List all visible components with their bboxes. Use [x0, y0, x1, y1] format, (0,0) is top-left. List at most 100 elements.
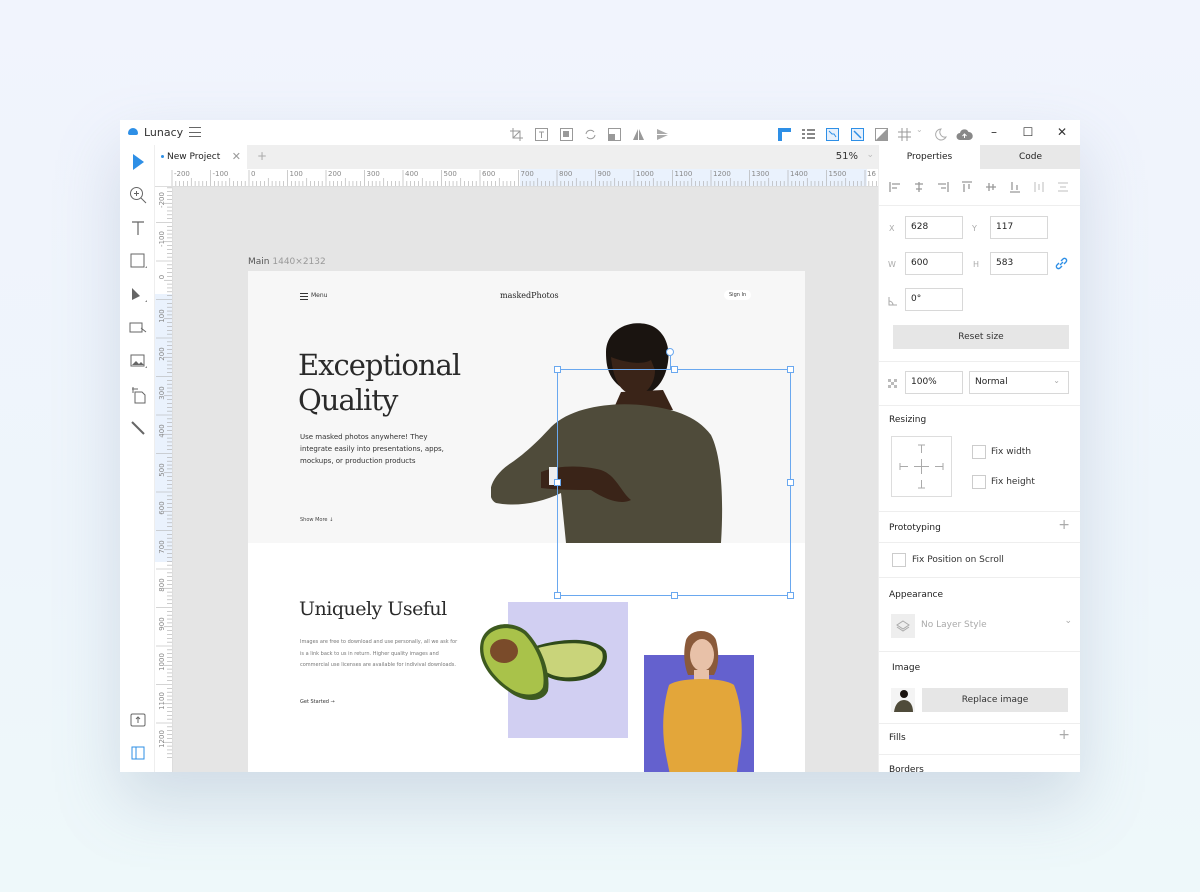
text-tool-icon[interactable]: [129, 219, 147, 237]
constrain-proportions-link-icon[interactable]: [1055, 257, 1068, 270]
width-input[interactable]: 600: [905, 252, 963, 275]
distribute-horizontal-icon[interactable]: [1033, 181, 1045, 193]
fix-position-label: Fix Position on Scroll: [912, 555, 1004, 565]
rotation-handle[interactable]: [666, 348, 674, 356]
blend-mode-select[interactable]: Normal ⌄: [969, 371, 1069, 394]
align-left-icon[interactable]: [889, 181, 901, 193]
pixel-preview-icon[interactable]: [875, 126, 888, 141]
select-tool-icon[interactable]: [129, 153, 147, 171]
align-right-icon[interactable]: [937, 181, 949, 193]
ruler-label: 1200: [713, 170, 731, 178]
ruler-label: 200: [158, 347, 166, 361]
document-tab-bar: New Project ✕ + 51% ⌄: [155, 145, 878, 169]
mask-icon[interactable]: [560, 126, 573, 141]
resize-handle-left[interactable]: [554, 479, 561, 486]
divider: [879, 651, 1080, 652]
rotate-icon[interactable]: [584, 126, 597, 140]
align-center-horizontal-icon[interactable]: [913, 181, 925, 193]
align-top-icon[interactable]: [961, 181, 973, 193]
tab-code[interactable]: Code: [980, 145, 1080, 169]
zoom-level[interactable]: 51%: [836, 151, 858, 162]
selection-bounding-box[interactable]: [557, 369, 791, 596]
new-tab-button[interactable]: +: [257, 149, 267, 163]
cloud-upload-icon[interactable]: [956, 126, 973, 140]
main-menu-icon[interactable]: [189, 127, 201, 137]
rotation-angle-icon: [888, 297, 897, 306]
fix-height-checkbox[interactable]: [972, 475, 986, 489]
resize-handle-bottom-right[interactable]: [787, 592, 794, 599]
grid-options-chevron-icon[interactable]: ⌄: [916, 125, 923, 134]
align-middle-vertical-icon[interactable]: [985, 181, 997, 193]
close-tab-icon[interactable]: ✕: [232, 150, 241, 163]
height-input[interactable]: 583: [990, 252, 1048, 275]
app-name: Lunacy: [144, 126, 184, 139]
reset-size-button[interactable]: Reset size: [893, 325, 1069, 349]
fix-width-checkbox[interactable]: [972, 445, 986, 459]
tab-properties[interactable]: Properties: [879, 145, 980, 169]
resize-handle-top-right[interactable]: [787, 366, 794, 373]
divider: [879, 405, 1080, 406]
crop-icon[interactable]: [510, 126, 523, 141]
flatten-icon[interactable]: [608, 126, 621, 141]
snap-to-pixel-icon[interactable]: [826, 126, 839, 141]
close-window-button[interactable]: ✕: [1052, 124, 1072, 140]
design-canvas[interactable]: Main 1440×2132 Menu maskedPhotos Sign In…: [173, 187, 878, 772]
text-box-icon[interactable]: [535, 126, 548, 141]
flip-horizontal-icon[interactable]: [632, 126, 645, 140]
line-tool-icon[interactable]: [129, 419, 147, 437]
distribute-vertical-icon[interactable]: [1057, 181, 1069, 193]
tab-new-project[interactable]: New Project ✕: [155, 145, 247, 169]
ruler-label: 600: [482, 170, 496, 178]
divider: [879, 542, 1080, 543]
ruler-label: -200: [158, 192, 166, 208]
maximize-button[interactable]: ☐: [1018, 124, 1038, 140]
ruler-ticks: [171, 170, 877, 186]
pixel-grid-icon[interactable]: [898, 126, 911, 141]
replace-image-button[interactable]: Replace image: [922, 688, 1068, 712]
ruler-label: 1200: [158, 730, 166, 748]
y-label: Y: [972, 224, 977, 233]
resize-handle-right[interactable]: [787, 479, 794, 486]
dark-mode-moon-icon[interactable]: [934, 126, 947, 141]
smart-guides-icon[interactable]: [851, 126, 864, 141]
rulers-icon[interactable]: [778, 126, 791, 141]
minimize-button[interactable]: –: [984, 124, 1004, 140]
resizing-constraints-widget[interactable]: [891, 436, 952, 497]
vertical-ruler[interactable]: -200 -100 0 100 200 300 400 500 600 700 800 900 1000…: [155, 187, 173, 772]
artboard-tool-icon[interactable]: [129, 386, 147, 404]
unsaved-dot-icon: [161, 155, 164, 158]
resize-handle-top-left[interactable]: [554, 366, 561, 373]
x-input[interactable]: 628: [905, 216, 963, 239]
resize-handle-bottom[interactable]: [671, 592, 678, 599]
hotspot-tool-icon[interactable]: [129, 319, 147, 337]
resize-handle-bottom-left[interactable]: [554, 592, 561, 599]
layer-style-chevron-down-icon[interactable]: ⌄: [1064, 616, 1072, 626]
layout-grid-icon[interactable]: [802, 126, 815, 139]
divider: [879, 361, 1080, 362]
ruler-label: 400: [158, 424, 166, 438]
image-title: Image: [892, 663, 921, 673]
opacity-input[interactable]: 100%: [905, 371, 963, 394]
add-fill-button[interactable]: +: [1058, 727, 1070, 743]
rotation-input[interactable]: 0°: [905, 288, 963, 311]
image-tool-icon[interactable]: [129, 352, 147, 370]
horizontal-ruler[interactable]: -200 -100 0 100 200 300 400 500 600 700 800 900 1000…: [155, 169, 878, 187]
fix-position-checkbox[interactable]: [892, 553, 906, 567]
export-tool-icon[interactable]: [129, 711, 147, 729]
zoom-chevron-down-icon[interactable]: ⌄: [866, 150, 874, 160]
zoom-tool-icon[interactable]: [129, 186, 147, 204]
flip-vertical-icon[interactable]: [656, 126, 669, 140]
pen-tool-icon[interactable]: [129, 286, 147, 304]
align-bottom-icon[interactable]: [1009, 181, 1021, 193]
selection-overlay: [173, 187, 878, 772]
layers-panel-toggle-icon[interactable]: [129, 744, 147, 762]
y-input[interactable]: 117: [990, 216, 1048, 239]
rectangle-tool-icon[interactable]: [129, 252, 147, 270]
ruler-label: 600: [158, 501, 166, 515]
add-prototyping-button[interactable]: +: [1058, 517, 1070, 533]
ruler-label: -100: [212, 170, 229, 178]
resizing-title: Resizing: [889, 415, 927, 425]
layer-style-select[interactable]: No Layer Style: [921, 620, 987, 630]
alignment-toolbar: [879, 169, 1080, 206]
resize-handle-top[interactable]: [671, 366, 678, 373]
